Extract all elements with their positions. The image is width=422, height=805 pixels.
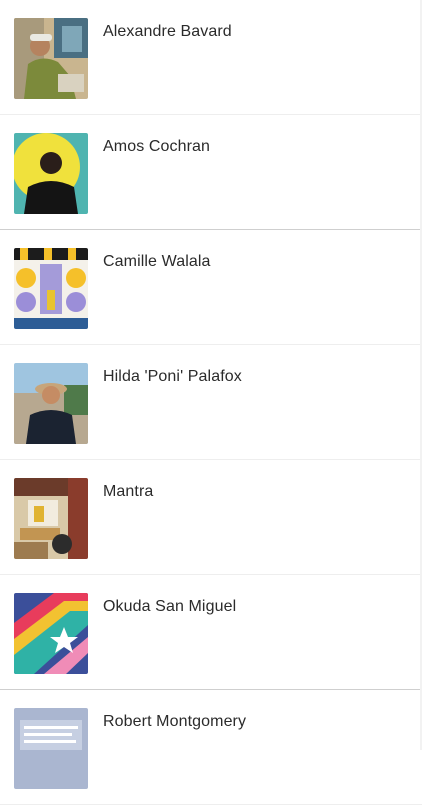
artist-thumbnail <box>14 363 88 444</box>
artist-name: Hilda 'Poni' Palafox <box>103 368 242 385</box>
artist-row-alexandre-bavard[interactable]: Alexandre Bavard <box>0 0 422 115</box>
artist-thumbnail <box>14 133 88 214</box>
artist-name: Okuda San Miguel <box>103 598 237 615</box>
artist-thumbnail <box>14 708 88 789</box>
artist-list: Alexandre Bavard Amos Cochran Camille Wa… <box>0 0 422 805</box>
artist-name: Amos Cochran <box>103 138 211 155</box>
artist-thumbnail <box>14 248 88 329</box>
artist-row-mantra[interactable]: Mantra <box>0 460 422 575</box>
artist-row-okuda-san-miguel[interactable]: Okuda San Miguel <box>0 575 422 690</box>
artist-row-robert-montgomery[interactable]: Robert Montgomery <box>0 690 422 805</box>
artist-name: Mantra <box>103 483 154 500</box>
artist-name: Robert Montgomery <box>103 713 247 730</box>
artist-row-hilda-poni-palafox[interactable]: Hilda 'Poni' Palafox <box>0 345 422 460</box>
artist-name: Alexandre Bavard <box>103 23 232 40</box>
artist-row-amos-cochran[interactable]: Amos Cochran <box>0 115 422 230</box>
artist-thumbnail <box>14 478 88 559</box>
artist-name: Camille Walala <box>103 253 211 270</box>
artist-thumbnail <box>14 593 88 674</box>
artist-thumbnail <box>14 18 88 99</box>
artist-row-camille-walala[interactable]: Camille Walala <box>0 230 422 345</box>
